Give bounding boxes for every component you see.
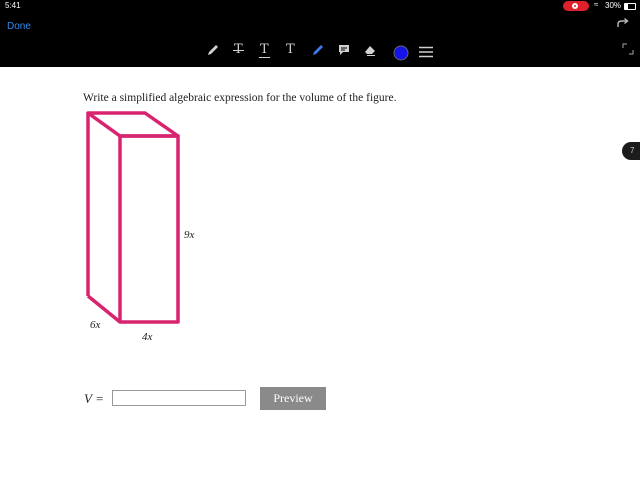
preview-button[interactable]: Preview [260,387,326,410]
menu-icon[interactable] [419,46,433,58]
status-bar: 5:41 ≈ 30% [0,0,640,13]
width-label: 4x [142,331,153,343]
answer-label: V = [84,391,103,407]
question-prompt: Write a simplified algebraic expression … [83,92,397,104]
depth-label: 6x [90,319,101,331]
strikethrough-text-icon[interactable]: T [233,43,244,57]
done-button[interactable]: Done [7,21,31,32]
screen-recording-icon [563,1,589,11]
pencil-icon[interactable] [206,43,220,57]
markup-toolbar: Done T T T [0,13,640,67]
eraser-icon[interactable] [363,43,377,57]
wifi-icon: ≈ [594,0,599,9]
color-icon[interactable] [393,45,409,61]
battery-percentage: 30% [605,1,622,10]
expand-icon[interactable] [622,43,634,55]
pen-icon[interactable] [311,43,325,57]
page-tab-label: 7 [630,146,635,155]
share-icon[interactable] [616,17,630,29]
comment-icon[interactable] [337,43,351,57]
underline-text-icon[interactable]: T [259,43,270,59]
answer-variable: V [84,391,92,406]
rectangular-prism-figure [86,111,180,324]
status-time: 5:41 [5,1,21,10]
equals-sign: = [95,391,104,406]
battery-icon [624,3,636,10]
height-label: 9x [184,229,195,241]
answer-input[interactable] [112,390,246,406]
text-icon[interactable]: T [286,43,295,57]
